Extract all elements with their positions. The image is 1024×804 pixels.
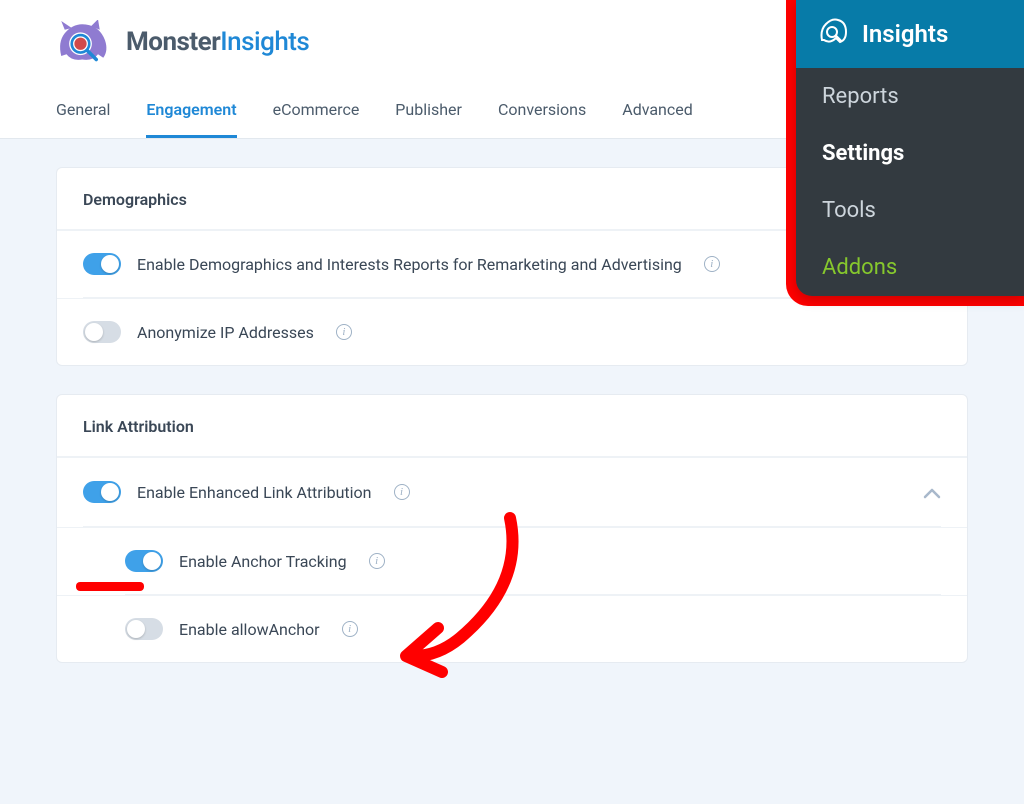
toggle-anonymize-ip[interactable] [83, 321, 121, 343]
info-icon[interactable]: i [704, 256, 720, 272]
setting-enhanced-link-attribution: Enable Enhanced Link Attribution i [57, 457, 967, 526]
sidebar-item-addons[interactable]: Addons [796, 239, 1024, 296]
admin-sidebar-wrap: Insights Reports Settings Tools Addons [786, 0, 1024, 306]
info-icon[interactable]: i [342, 621, 358, 637]
insights-icon [818, 18, 848, 50]
setting-allow-anchor: Enable allowAnchor i [57, 595, 967, 662]
chevron-up-icon[interactable] [923, 480, 941, 504]
toggle-anchor-tracking[interactable] [125, 550, 163, 572]
tab-conversions[interactable]: Conversions [498, 82, 586, 138]
sidebar-item-settings[interactable]: Settings [796, 125, 1024, 182]
setting-label: Enable allowAnchor [179, 620, 320, 639]
tab-general[interactable]: General [56, 82, 110, 138]
setting-label: Anonymize IP Addresses [137, 323, 314, 342]
setting-anchor-tracking: Enable Anchor Tracking i [57, 527, 967, 594]
setting-label: Enable Enhanced Link Attribution [137, 483, 372, 502]
tab-advanced[interactable]: Advanced [622, 82, 693, 138]
setting-label: Enable Anchor Tracking [179, 552, 347, 571]
tab-ecommerce[interactable]: eCommerce [273, 82, 360, 138]
sidebar-item-tools[interactable]: Tools [796, 182, 1024, 239]
monsterinsights-mascot-icon [56, 20, 112, 64]
annotation-highlight: Insights Reports Settings Tools Addons [786, 0, 1024, 306]
section-link-attribution: Link Attribution Enable Enhanced Link At… [56, 394, 968, 663]
tab-publisher[interactable]: Publisher [395, 82, 462, 138]
admin-sidebar: Insights Reports Settings Tools Addons [796, 0, 1024, 296]
toggle-enhanced-link-attribution[interactable] [83, 481, 121, 503]
info-icon[interactable]: i [336, 324, 352, 340]
sidebar-header-label: Insights [862, 20, 948, 48]
brand-name-1: Monster [126, 27, 220, 57]
sidebar-body: Reports Settings Tools Addons [796, 68, 1024, 296]
setting-label: Enable Demographics and Interests Report… [137, 255, 682, 274]
section-title: Link Attribution [57, 395, 967, 457]
info-icon[interactable]: i [369, 553, 385, 569]
sidebar-item-reports[interactable]: Reports [796, 68, 1024, 125]
sidebar-header-insights[interactable]: Insights [796, 0, 1024, 68]
toggle-enable-demographics[interactable] [83, 253, 121, 275]
setting-anonymize-ip: Anonymize IP Addresses i [57, 298, 967, 365]
brand-name-2: Insights [220, 27, 309, 57]
toggle-allow-anchor[interactable] [125, 618, 163, 640]
info-icon[interactable]: i [394, 484, 410, 500]
tab-engagement[interactable]: Engagement [146, 82, 236, 138]
brand-name: MonsterInsights [126, 27, 309, 57]
